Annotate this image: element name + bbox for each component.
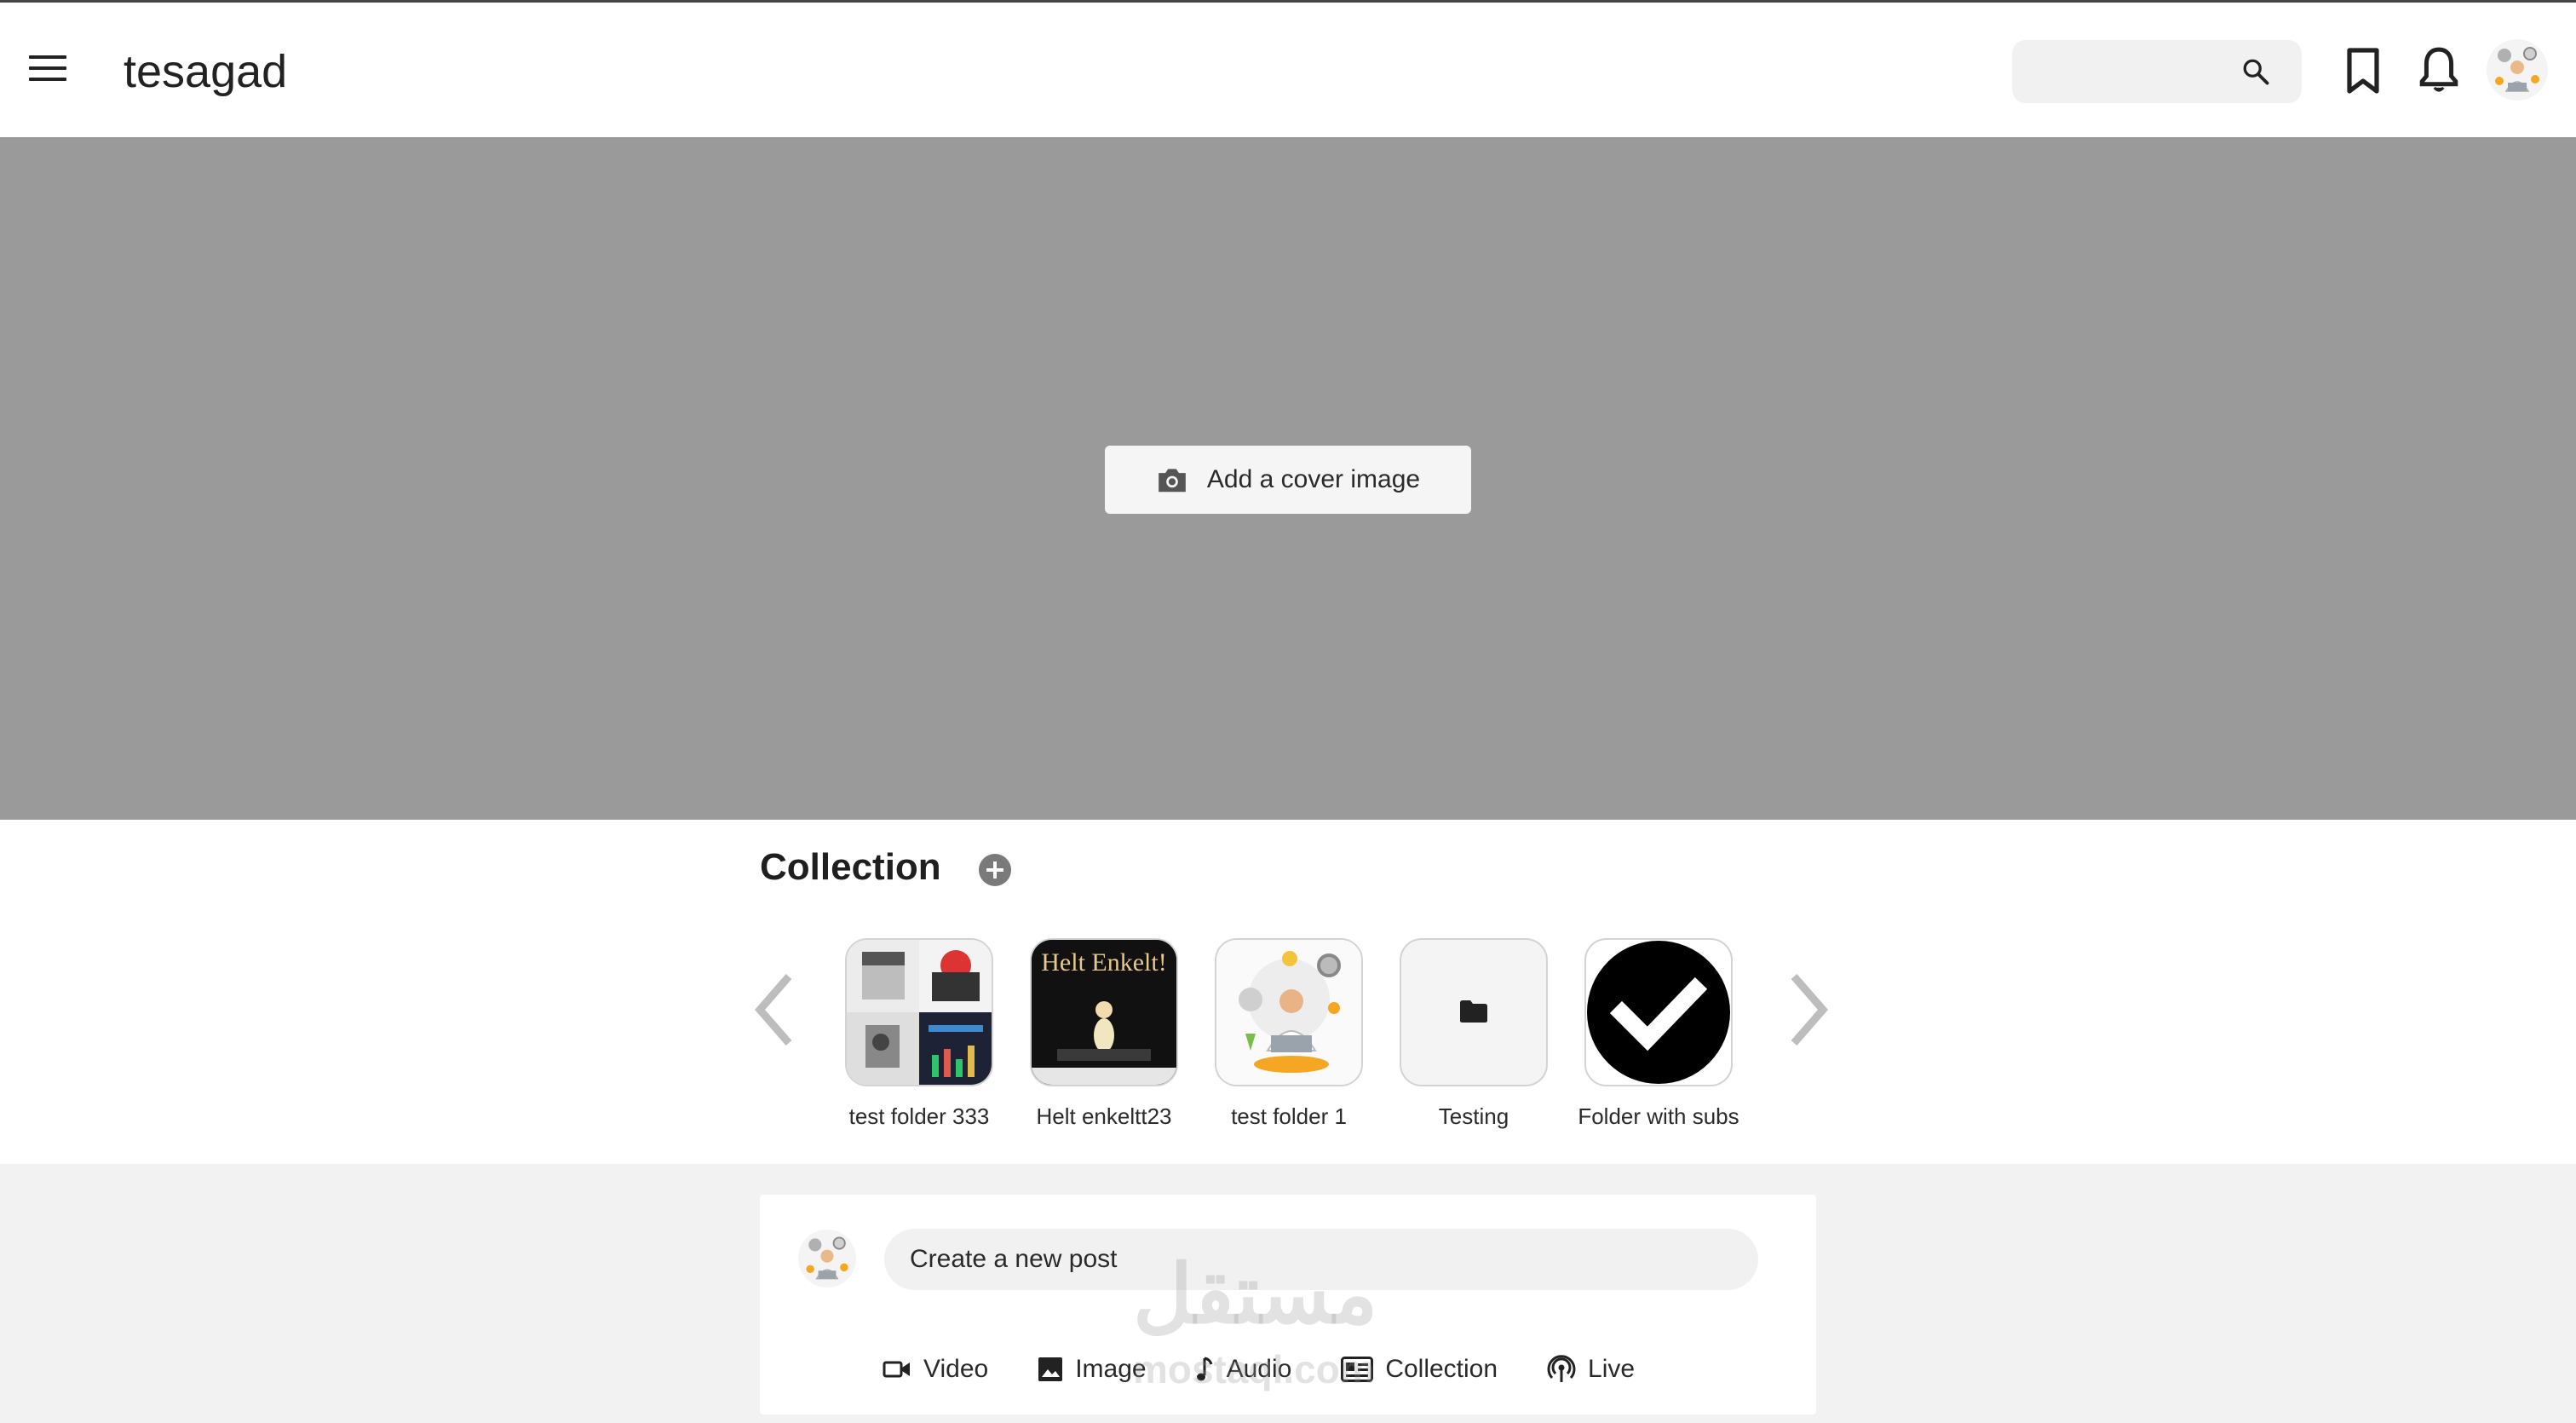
collection-item-label: test folder 1	[1231, 1103, 1347, 1129]
illustration-image	[1216, 940, 1361, 1085]
collection-heading: Collection	[760, 846, 941, 888]
album-cover-image: Helt Enkelt!	[1032, 940, 1176, 1085]
bookmark-icon[interactable]	[2344, 47, 2382, 95]
watermark-url: mostaql.com	[1133, 1347, 1375, 1391]
collection-item-label: Helt enkeltt23	[1036, 1103, 1172, 1129]
collection-item[interactable]: Helt Enkelt! Helt enkeltt23	[1010, 938, 1198, 1132]
video-icon	[883, 1361, 910, 1378]
collage-image	[847, 940, 992, 1085]
watermark-logo: مستقل	[1133, 1249, 1378, 1340]
add-collection-icon[interactable]	[979, 854, 1011, 886]
app-header: tesagad	[0, 3, 2576, 137]
collection-item[interactable]: Testing	[1380, 938, 1567, 1132]
bell-icon[interactable]	[2418, 43, 2460, 95]
collection-item[interactable]: test folder 1	[1195, 938, 1383, 1132]
collection-item[interactable]: test folder 333	[825, 938, 1013, 1132]
carousel-next-icon[interactable]	[1784, 971, 1831, 1048]
check-circle-icon	[1587, 941, 1730, 1084]
hamburger-menu-icon[interactable]	[29, 55, 66, 84]
page-title: tesagad	[124, 46, 288, 97]
collection-thumbnail[interactable]	[1400, 938, 1548, 1086]
post-collection-label: Collection	[1385, 1355, 1498, 1383]
album-cover-text: Helt Enkelt!	[1041, 948, 1166, 977]
collection-item-label: Testing	[1438, 1103, 1509, 1129]
add-cover-image-label: Add a cover image	[1206, 465, 1421, 493]
collection-item[interactable]: Folder with subs	[1565, 938, 1752, 1132]
collection-thumbnail[interactable]: Helt Enkelt!	[1030, 938, 1178, 1086]
collection-thumbnail[interactable]	[845, 938, 993, 1086]
composer-avatar	[797, 1229, 857, 1288]
post-video-button[interactable]: Video	[883, 1355, 988, 1384]
search-input[interactable]	[2012, 40, 2302, 103]
image-icon	[1038, 1357, 1063, 1381]
post-live-label: Live	[1588, 1355, 1636, 1383]
cover-image-area: Add a cover image	[0, 137, 2576, 820]
add-cover-image-button[interactable]: Add a cover image	[1105, 446, 1471, 514]
post-live-button[interactable]: Live	[1547, 1355, 1635, 1384]
broadcast-icon	[1547, 1355, 1576, 1382]
collection-thumbnail[interactable]	[1215, 938, 1363, 1086]
camera-icon	[1159, 469, 1186, 493]
post-video-label: Video	[923, 1355, 989, 1383]
collection-item-label: Folder with subs	[1578, 1103, 1739, 1129]
search-icon[interactable]	[2240, 56, 2271, 87]
collection-item-label: test folder 333	[848, 1103, 990, 1129]
post-image-button[interactable]: Image	[1038, 1355, 1147, 1384]
user-avatar[interactable]	[2486, 38, 2549, 101]
folder-icon	[1460, 1000, 1487, 1023]
carousel-prev-icon[interactable]	[751, 971, 799, 1048]
collection-thumbnail[interactable]	[1584, 938, 1733, 1086]
